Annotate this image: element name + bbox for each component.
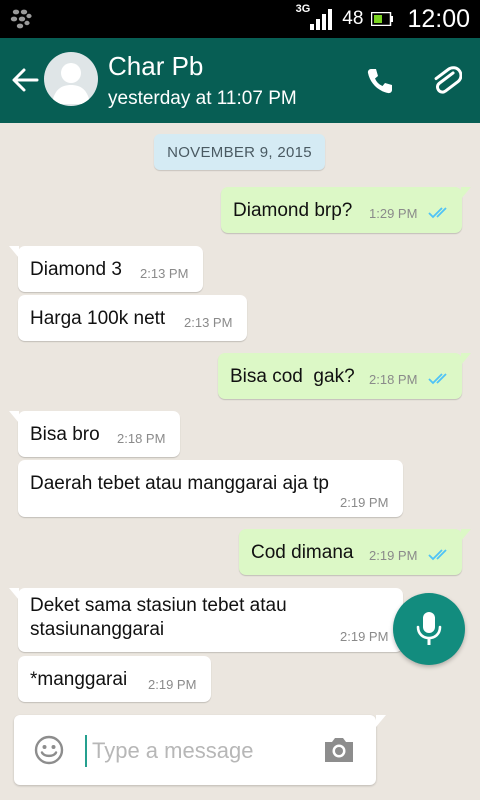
message-time: 2:19 PM: [148, 677, 197, 692]
camera-icon[interactable]: [322, 735, 356, 765]
paperclip-icon[interactable]: [430, 64, 462, 96]
message-text: Bisa bro: [30, 424, 100, 445]
message-time: 2:13 PM: [140, 266, 189, 281]
outgoing-message[interactable]: Bisa cod gak? 2:18 PM: [218, 353, 471, 399]
incoming-message[interactable]: *manggarai 2:19 PM: [18, 656, 211, 702]
status-bar: 3G 48 12:00: [0, 0, 480, 38]
message-time: 2:19 PM: [369, 548, 418, 563]
clock: 12:00: [407, 4, 470, 33]
message-list[interactable]: NOVEMBER 9, 2015 Diamond brp? 1:29 PM Di…: [0, 123, 480, 800]
message-time: 2:19 PM: [340, 495, 389, 510]
message-composer: [14, 715, 386, 785]
incoming-message[interactable]: Bisa bro 2:18 PM: [9, 411, 180, 457]
arrow-left-icon[interactable]: [10, 65, 40, 95]
incoming-message[interactable]: Diamond 3 2:13 PM: [9, 246, 203, 292]
phone-icon[interactable]: [365, 66, 395, 96]
bubble-tail: [9, 588, 19, 600]
last-seen-status: yesterday at 11:07 PM: [108, 88, 297, 109]
message-text: Diamond brp?: [233, 200, 353, 221]
default-avatar-icon: [52, 63, 90, 104]
battery-level: 48: [342, 8, 364, 29]
double-check-icon: [428, 207, 447, 219]
bubble-tail: [461, 529, 471, 541]
double-check-icon: [428, 549, 447, 561]
message-text: Diamond 3: [30, 259, 122, 280]
message-time: 2:13 PM: [184, 315, 233, 330]
message-input[interactable]: [90, 731, 314, 771]
voice-message-button[interactable]: [393, 593, 465, 665]
outgoing-message[interactable]: Cod dimana 2:19 PM: [239, 529, 471, 575]
battery-icon: [371, 12, 394, 26]
outgoing-message[interactable]: Diamond brp? 1:29 PM: [221, 187, 471, 233]
message-text: Cod dimana: [251, 542, 354, 563]
message-time: 2:18 PM: [117, 431, 166, 446]
bubble-tail: [461, 353, 471, 365]
date-divider: NOVEMBER 9, 2015: [154, 134, 325, 170]
bubble-tail: [9, 411, 19, 423]
message-time: 1:29 PM: [369, 206, 418, 221]
contact-avatar[interactable]: [44, 52, 98, 106]
message-text-line-1: Deket sama stasiun tebet atau: [30, 595, 287, 616]
status-indicators: 3G 48 12:00: [286, 0, 470, 38]
chat-header: Char Pb yesterday at 11:07 PM: [0, 38, 480, 123]
incoming-message[interactable]: Deket sama stasiun tebet atau stasiunang…: [9, 588, 403, 652]
message-text: Harga 100k nett: [30, 308, 166, 329]
bubble-tail: [9, 246, 19, 258]
message-time: 2:18 PM: [369, 372, 418, 387]
text-cursor: [85, 735, 87, 767]
smiley-icon[interactable]: [34, 735, 64, 765]
signal-icon: [310, 9, 333, 30]
bubble-tail: [376, 715, 386, 727]
incoming-message[interactable]: Harga 100k nett 2:13 PM: [18, 295, 247, 341]
bubble-tail: [461, 187, 471, 199]
blackberry-icon: [10, 9, 32, 29]
microphone-icon: [416, 612, 442, 645]
message-text: *manggarai: [30, 669, 128, 690]
incoming-message[interactable]: Daerah tebet atau manggarai aja tp 2:19 …: [18, 460, 403, 517]
contact-name[interactable]: Char Pb: [108, 51, 203, 82]
double-check-icon: [428, 373, 447, 385]
message-text: Daerah tebet atau manggarai aja tp: [30, 473, 329, 494]
message-time: 2:19 PM: [340, 629, 389, 644]
message-text: Bisa cod gak?: [230, 366, 355, 387]
message-text-line-2: stasiunanggarai: [30, 619, 165, 640]
